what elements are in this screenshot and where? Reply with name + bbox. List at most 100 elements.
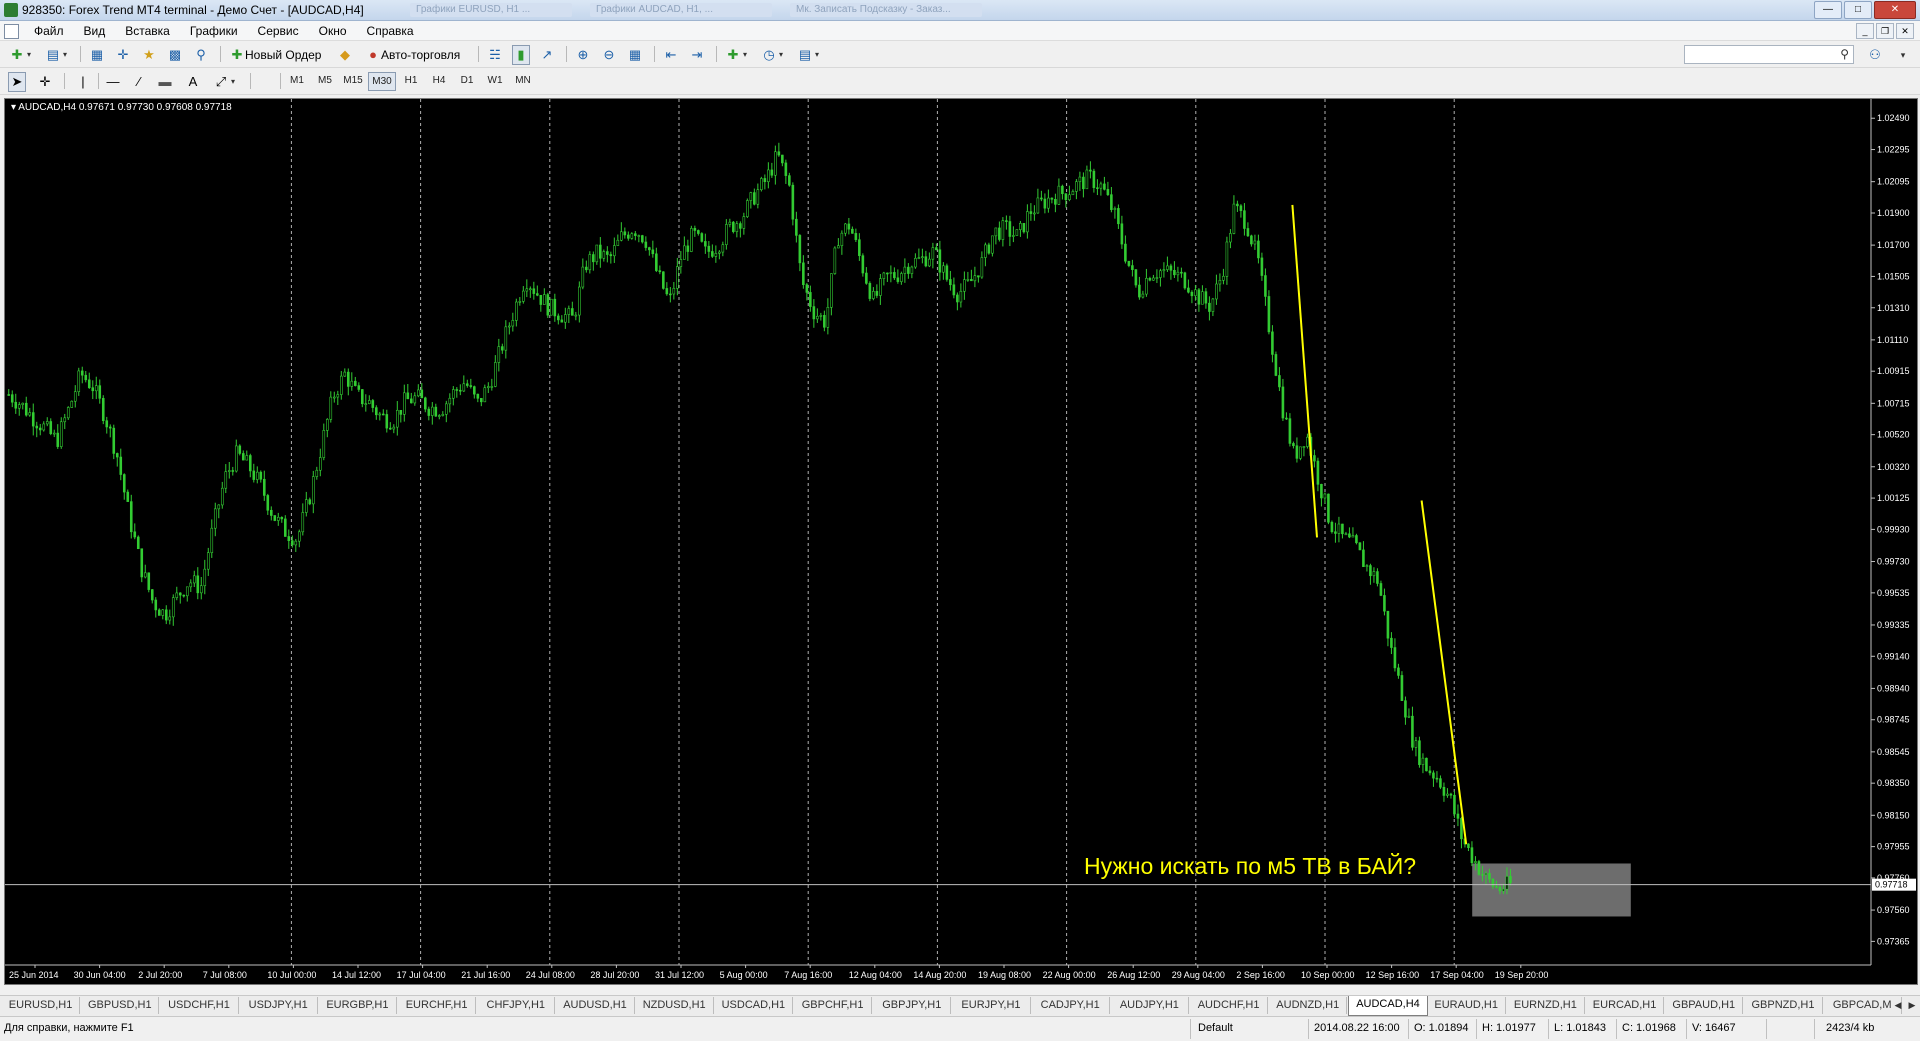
close-icon[interactable]: ✕ xyxy=(1874,1,1916,19)
chart-tab[interactable]: GBPJPY,H1 xyxy=(873,997,952,1014)
candle-body xyxy=(164,609,168,621)
menu-insert[interactable]: Вставка xyxy=(115,24,180,38)
candle-body xyxy=(1005,220,1008,222)
menu-charts[interactable]: Графики xyxy=(180,24,248,38)
arrows-button[interactable]: ⤢ ▾ xyxy=(212,72,238,92)
menu-window[interactable]: Окно xyxy=(309,24,357,38)
crosshair-button[interactable]: ✛ xyxy=(36,72,54,92)
new-order-button[interactable]: ✚ Новый Ордер xyxy=(228,45,322,65)
chart-tab[interactable]: USDCHF,H1 xyxy=(160,997,239,1014)
meta-editor-button[interactable]: ◆ xyxy=(336,45,354,65)
autoscroll-button[interactable]: ⇤ xyxy=(662,45,680,65)
profiles-button[interactable]: ▤ ▾ xyxy=(44,45,70,65)
candle-body xyxy=(252,470,256,480)
chart-tab[interactable]: EURNZD,H1 xyxy=(1507,997,1585,1014)
chart-tab[interactable]: GBPAUD,H1 xyxy=(1665,997,1744,1014)
menu-help[interactable]: Справка xyxy=(357,24,424,38)
chart-tab[interactable]: AUDJPY,H1 xyxy=(1111,997,1189,1014)
line-chart-button[interactable]: ↗ xyxy=(538,45,556,65)
tile-icon: ▦ xyxy=(628,47,642,62)
zoom-in-button[interactable]: ⊕ xyxy=(574,45,592,65)
chart-tab[interactable]: GBPCAD,M xyxy=(1824,997,1902,1014)
chart-window[interactable]: 1.02490 1.02295 1.02095 1.01900 1.01700 1.015… xyxy=(4,98,1918,985)
candle-body xyxy=(826,307,830,328)
tile-windows-button[interactable]: ▦ xyxy=(626,45,644,65)
chart-tab[interactable]: NZDUSD,H1 xyxy=(636,997,714,1014)
candlestick-button[interactable]: ▮ xyxy=(512,45,530,65)
chart-tab[interactable]: GBPUSD,H1 xyxy=(81,997,160,1014)
candle-body xyxy=(406,392,410,400)
chart-tab[interactable]: AUDNZD,H1 xyxy=(1269,997,1348,1014)
menu-view[interactable]: Вид xyxy=(74,24,116,38)
chart-tab[interactable]: AUDUSD,H1 xyxy=(556,997,635,1014)
chart-tab[interactable]: AUDCAD,H4 xyxy=(1348,996,1428,1016)
chart-tab[interactable]: EURAUD,H1 xyxy=(1428,997,1506,1014)
cursor-button[interactable]: ➤ xyxy=(8,72,26,92)
bar-chart-button[interactable]: ☵ xyxy=(486,45,504,65)
strategy-tester-button[interactable]: ⚲ xyxy=(192,45,210,65)
navigator-button[interactable]: ★ xyxy=(140,45,158,65)
chart-tab[interactable]: GBPCHF,H1 xyxy=(794,997,873,1014)
timeframe-m30[interactable]: M30 xyxy=(368,72,396,91)
timeframe-h4[interactable]: H4 xyxy=(426,72,452,89)
autotrading-button[interactable]: ● Авто-торговля xyxy=(364,45,461,65)
chart-shift-button[interactable]: ⇥ xyxy=(688,45,706,65)
timeframe-m1[interactable]: M1 xyxy=(284,72,310,89)
timeframe-m5[interactable]: M5 xyxy=(312,72,338,89)
tab-scroll-left-icon[interactable]: ◀ xyxy=(1892,998,1904,1012)
background-window-tab[interactable]: Мк. Записать Подсказку - Заказ... xyxy=(790,3,982,17)
magnifier-icon: ⚲ xyxy=(196,47,206,62)
mdi-close-icon[interactable]: ✕ xyxy=(1896,23,1914,39)
timeframe-m15[interactable]: M15 xyxy=(340,72,366,89)
price-chart[interactable]: 1.02490 1.02295 1.02095 1.01900 1.01700 1.015… xyxy=(5,99,1917,984)
chart-tab[interactable]: AUDCHF,H1 xyxy=(1190,997,1269,1014)
time-tick-label: 10 Jul 00:00 xyxy=(267,970,316,980)
channel-button[interactable]: ▬ xyxy=(156,72,174,92)
zoom-out-button[interactable]: ⊖ xyxy=(600,45,618,65)
periods-button[interactable]: ◷ ▾ xyxy=(760,45,786,65)
tab-scroll-right-icon[interactable]: ▶ xyxy=(1906,998,1918,1012)
toolbar-options-button[interactable]: ▾ xyxy=(1894,45,1912,65)
status-divider xyxy=(1190,1019,1191,1039)
horizontal-line-button[interactable]: — xyxy=(104,72,122,92)
chart-tab[interactable]: CHFJPY,H1 xyxy=(477,997,556,1014)
terminal-button[interactable]: ▩ xyxy=(166,45,184,65)
timeframe-d1[interactable]: D1 xyxy=(454,72,480,89)
timeframe-w1[interactable]: W1 xyxy=(482,72,508,89)
maximize-icon[interactable]: □ xyxy=(1844,1,1872,19)
new-chart-button[interactable]: ✚ ▾ xyxy=(8,45,34,65)
mdi-restore-icon[interactable]: ❐ xyxy=(1876,23,1894,39)
community-button[interactable]: ⚇ xyxy=(1866,45,1884,65)
mdi-minimize-icon[interactable]: _ xyxy=(1856,23,1874,39)
chart-annotation[interactable]: Нужно искать по м5 ТВ в БАЙ? xyxy=(1084,853,1416,880)
chart-window-icon[interactable] xyxy=(4,24,19,39)
templates-button[interactable]: ▤ ▾ xyxy=(796,45,822,65)
chart-tab[interactable]: USDJPY,H1 xyxy=(240,997,318,1014)
menu-file[interactable]: Файл xyxy=(24,24,74,38)
title-bar: 928350: Forex Trend MT4 terminal - Демо … xyxy=(0,0,1920,21)
chart-tab[interactable]: EURGBP,H1 xyxy=(319,997,397,1014)
background-window-tab[interactable]: Графики AUDCAD, H1, ... xyxy=(590,3,772,17)
chart-tab[interactable]: EURUSD,H1 xyxy=(2,997,81,1014)
text-button[interactable]: A xyxy=(184,72,202,92)
timeframe-mn[interactable]: MN xyxy=(510,72,536,89)
chart-tab[interactable]: CADJPY,H1 xyxy=(1032,997,1110,1014)
indicators-button[interactable]: ✚ ▾ xyxy=(724,45,750,65)
data-window-button[interactable]: ✛ xyxy=(114,45,132,65)
toolbar-separator xyxy=(716,46,717,62)
market-watch-button[interactable]: ▦ xyxy=(88,45,106,65)
vertical-line-button[interactable]: | xyxy=(74,72,92,92)
timeframe-h1[interactable]: H1 xyxy=(398,72,424,89)
chart-tab[interactable]: USDCAD,H1 xyxy=(715,997,793,1014)
chart-tab[interactable]: GBPNZD,H1 xyxy=(1744,997,1823,1014)
trendline-button[interactable]: ∕ xyxy=(130,72,148,92)
background-window-tab[interactable]: Графики EURUSD, H1 ... xyxy=(410,3,572,17)
menu-tools[interactable]: Сервис xyxy=(248,24,309,38)
chart-tab[interactable]: EURCAD,H1 xyxy=(1586,997,1665,1014)
search-input[interactable]: ⚲ xyxy=(1684,45,1854,64)
chart-tab[interactable]: EURCHF,H1 xyxy=(398,997,477,1014)
chart-tab[interactable]: EURJPY,H1 xyxy=(952,997,1031,1014)
minimize-icon[interactable]: — xyxy=(1814,1,1842,19)
high-price: H: 1.01977 xyxy=(1482,1022,1536,1034)
search-icon[interactable]: ⚲ xyxy=(1840,47,1849,61)
